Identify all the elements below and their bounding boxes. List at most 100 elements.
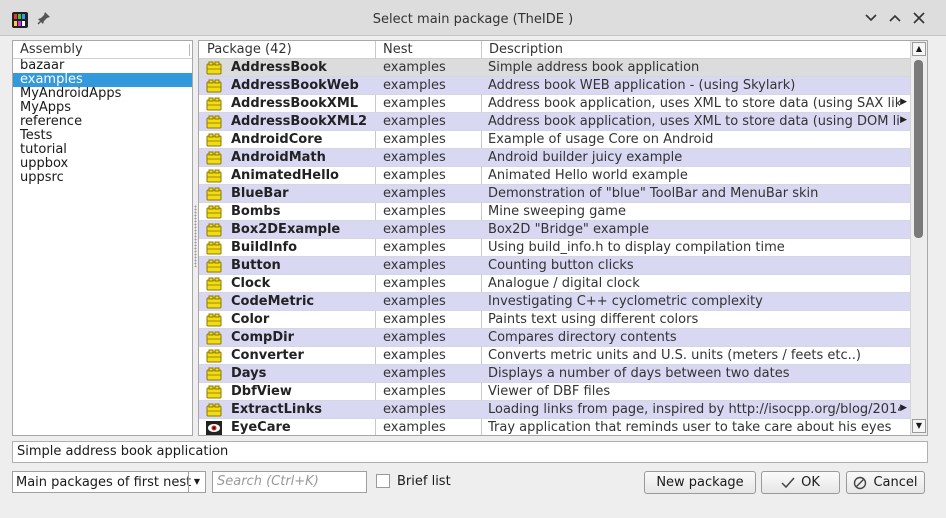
nest-column-header[interactable]: Nest bbox=[383, 42, 413, 57]
package-row[interactable]: Days examples Displays a number of days be… bbox=[199, 365, 910, 383]
package-description: Simple address book application bbox=[488, 60, 700, 75]
package-row[interactable]: Color examples Paints text using different… bbox=[199, 311, 910, 329]
package-row[interactable]: AddressBookWeb examples Address book WEB a… bbox=[199, 77, 910, 95]
new-package-button[interactable]: New package bbox=[644, 471, 756, 494]
assembly-header[interactable]: Assembly bbox=[13, 41, 192, 59]
brief-list-checkbox[interactable] bbox=[376, 474, 390, 488]
package-name: AddressBook bbox=[231, 60, 327, 75]
vertical-scrollbar[interactable]: ▲ ▼ bbox=[910, 41, 927, 435]
maximize-button[interactable] bbox=[886, 9, 904, 27]
package-name: Bombs bbox=[231, 204, 281, 219]
package-row[interactable]: Converter examples Converts metric units a… bbox=[199, 347, 910, 365]
package-row[interactable]: AnimatedHello examples Animated Hello worl… bbox=[199, 167, 910, 185]
package-nest: examples bbox=[383, 366, 446, 381]
package-row[interactable]: AndroidMath examples Android builder juicy… bbox=[199, 149, 910, 167]
package-nest: examples bbox=[383, 348, 446, 363]
package-name: Button bbox=[231, 258, 281, 273]
assembly-item[interactable]: MyAndroidApps bbox=[13, 87, 192, 101]
package-description: Compares directory contents bbox=[488, 330, 677, 345]
chevron-down-icon[interactable]: ▼ bbox=[188, 472, 205, 492]
package-row[interactable]: AndroidCore examples Example of usage Core… bbox=[199, 131, 910, 149]
scroll-thumb[interactable] bbox=[914, 60, 923, 238]
chevron-up-icon bbox=[889, 14, 901, 22]
package-name: AddressBookXML2 bbox=[231, 114, 368, 129]
search-input[interactable]: Search (Ctrl+K) bbox=[212, 471, 367, 493]
assembly-item[interactable]: bazaar bbox=[13, 59, 192, 73]
package-row[interactable]: AddressBookXML examples Address book appli… bbox=[199, 95, 910, 113]
package-row[interactable]: AddressBook examples Simple address book a… bbox=[199, 59, 910, 77]
package-description: Paints text using different colors bbox=[488, 312, 699, 327]
ok-button[interactable]: OK bbox=[761, 471, 840, 494]
package-row[interactable]: AddressBookXML2 examples Address book appl… bbox=[199, 113, 910, 131]
package-description: Example of usage Core on Android bbox=[488, 132, 714, 147]
package-name: EyeCare bbox=[231, 420, 291, 435]
package-table[interactable]: Package (42) Nest Description AddressBoo… bbox=[198, 40, 928, 436]
package-row[interactable]: DbfView examples Viewer of DBF files bbox=[199, 383, 910, 401]
package-name: AndroidCore bbox=[231, 132, 323, 147]
brief-list-label[interactable]: Brief list bbox=[397, 474, 451, 489]
package-table-header: Package (42) Nest Description bbox=[199, 41, 911, 59]
assembly-list[interactable]: Assembly bazaar examples MyAndroidApps MyAp… bbox=[12, 40, 193, 436]
package-nest: examples bbox=[383, 240, 446, 255]
scroll-up-button[interactable]: ▲ bbox=[912, 42, 926, 56]
assembly-item[interactable]: reference bbox=[13, 115, 192, 129]
package-description: Investigating C++ cyclometric complexity bbox=[488, 294, 763, 309]
panel-splitter[interactable] bbox=[194, 205, 197, 267]
package-description: Animated Hello world example bbox=[488, 168, 688, 183]
minimize-button[interactable] bbox=[862, 9, 880, 27]
assembly-item[interactable]: uppbox bbox=[13, 157, 192, 171]
package-icon bbox=[206, 349, 222, 363]
package-description-field[interactable]: Simple address book application bbox=[12, 441, 928, 463]
package-description: Tray application that reminds user to ta… bbox=[488, 420, 892, 435]
package-icon bbox=[206, 259, 222, 273]
package-row[interactable]: BuildInfo examples Using build_info.h to d… bbox=[199, 239, 910, 257]
package-row[interactable]: ExtractLinks examples Loading links from p… bbox=[199, 401, 910, 419]
assembly-items: bazaar examples MyAndroidApps MyApps referen… bbox=[13, 59, 192, 185]
package-row[interactable]: CompDir examples Compares directory conten… bbox=[199, 329, 910, 347]
package-nest: examples bbox=[383, 168, 446, 183]
close-button[interactable] bbox=[910, 9, 928, 27]
package-row[interactable]: Bombs examples Mine sweeping game bbox=[199, 203, 910, 221]
package-icon bbox=[206, 313, 222, 327]
package-nest: examples bbox=[383, 222, 446, 237]
ok-label: OK bbox=[801, 475, 820, 490]
package-description: Address book WEB application - (using Sk… bbox=[488, 78, 796, 93]
package-description: Viewer of DBF files bbox=[488, 384, 611, 399]
package-name: Converter bbox=[231, 348, 304, 363]
package-description: Counting button clicks bbox=[488, 258, 634, 273]
assembly-item[interactable]: Tests bbox=[13, 129, 192, 143]
assembly-item[interactable]: uppsrc bbox=[13, 171, 192, 185]
description-column-header[interactable]: Description bbox=[489, 42, 563, 57]
package-icon bbox=[206, 223, 222, 237]
package-icon bbox=[206, 205, 222, 219]
package-row[interactable]: BlueBar examples Demonstration of "blue" T… bbox=[199, 185, 910, 203]
nest-filter-select[interactable]: Main packages of first nest ▼ bbox=[12, 471, 206, 493]
package-nest: examples bbox=[383, 294, 446, 309]
package-name: Box2DExample bbox=[231, 222, 341, 237]
package-row[interactable]: CodeMetric examples Investigating C++ cycl… bbox=[199, 293, 910, 311]
eyecare-icon bbox=[206, 421, 222, 435]
package-row[interactable]: EyeCare examples Tray application that rem… bbox=[199, 419, 910, 435]
chevron-down-icon bbox=[865, 14, 877, 22]
package-row[interactable]: Clock examples Analogue / digital clock bbox=[199, 275, 910, 293]
package-name: BlueBar bbox=[231, 186, 289, 201]
package-nest: examples bbox=[383, 312, 446, 327]
package-icon bbox=[206, 367, 222, 381]
package-nest: examples bbox=[383, 132, 446, 147]
package-name: CompDir bbox=[231, 330, 294, 345]
assembly-item[interactable]: examples bbox=[13, 73, 192, 87]
package-row[interactable]: Button examples Counting button clicks bbox=[199, 257, 910, 275]
new-package-label: New package bbox=[656, 475, 744, 490]
package-description: Mine sweeping game bbox=[488, 204, 626, 219]
window-title: Select main package (TheIDE ) bbox=[372, 12, 574, 27]
package-name: ExtractLinks bbox=[231, 402, 322, 417]
assembly-item[interactable]: MyApps bbox=[13, 101, 192, 115]
package-column-header[interactable]: Package (42) bbox=[207, 42, 292, 57]
package-name: AddressBookXML bbox=[231, 96, 359, 111]
scroll-down-button[interactable]: ▼ bbox=[912, 419, 926, 433]
package-description: Displays a number of days between two da… bbox=[488, 366, 790, 381]
package-row[interactable]: Box2DExample examples Box2D "Bridge" examp… bbox=[199, 221, 910, 239]
package-nest: examples bbox=[383, 96, 446, 111]
assembly-item[interactable]: tutorial bbox=[13, 143, 192, 157]
cancel-button[interactable]: Cancel bbox=[846, 471, 925, 494]
